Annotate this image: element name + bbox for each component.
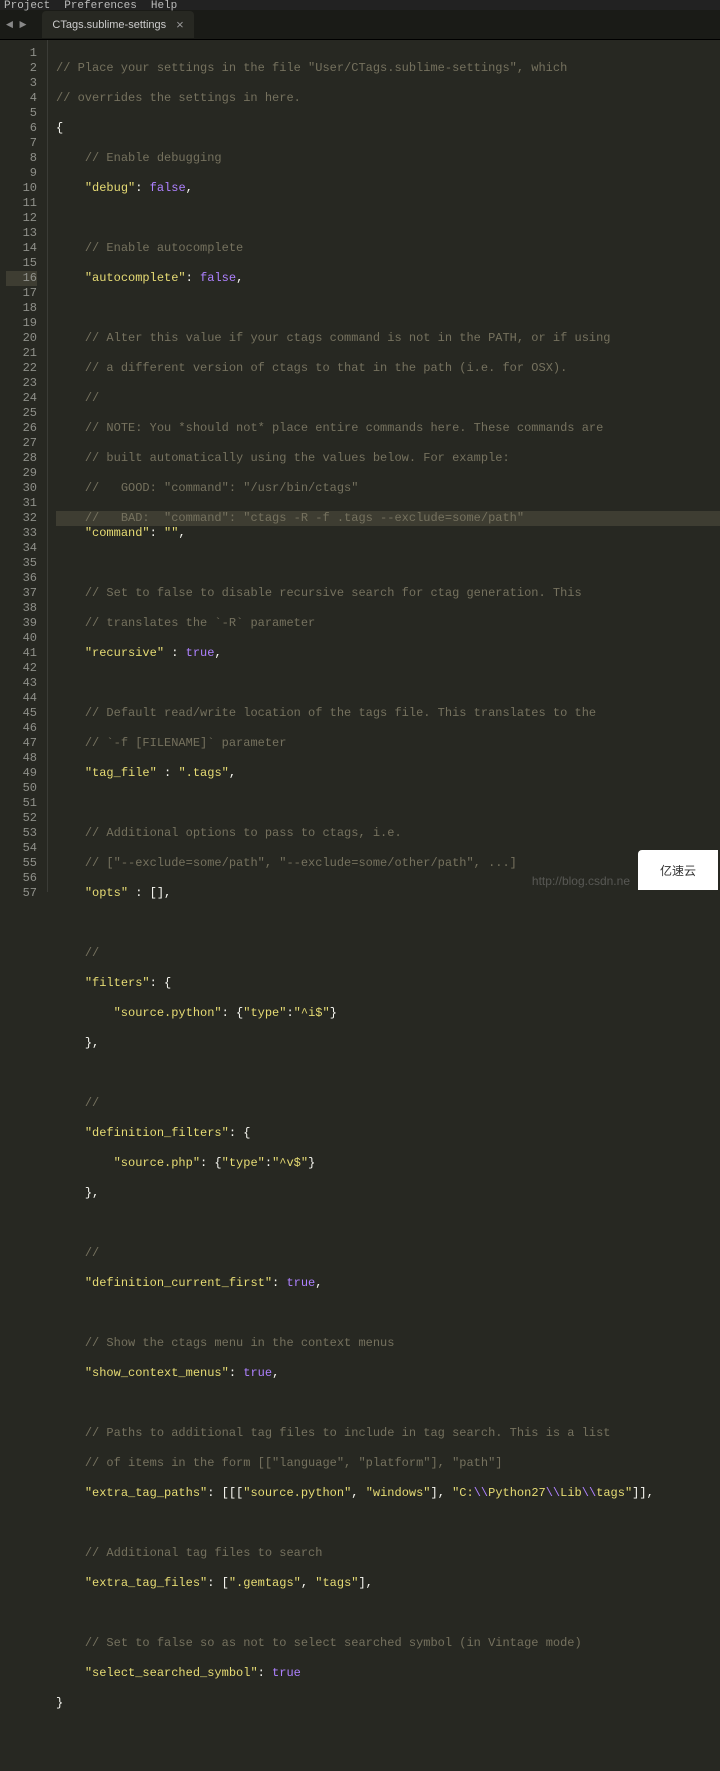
nav-back-icon[interactable]: ◄ bbox=[6, 18, 13, 32]
editor-area[interactable]: 1 2 3 4 5 6 7 8 9 10 11 12 13 14 15 16 1… bbox=[0, 40, 720, 892]
tab-bar: ◄ ► CTags.sublime-settings × bbox=[0, 10, 720, 40]
tab-title: CTags.sublime-settings bbox=[52, 19, 166, 31]
close-icon[interactable]: × bbox=[176, 17, 184, 32]
line-gutter: 1 2 3 4 5 6 7 8 9 10 11 12 13 14 15 16 1… bbox=[0, 40, 48, 892]
code-content[interactable]: // Place your settings in the file "User… bbox=[48, 40, 720, 892]
menubar: Project Preferences Help bbox=[0, 0, 720, 10]
nav-forward-icon[interactable]: ► bbox=[19, 18, 26, 32]
menu-project[interactable]: Project bbox=[4, 0, 50, 12]
line-number: 1 bbox=[6, 46, 37, 61]
tab-ctags-settings[interactable]: CTags.sublime-settings × bbox=[42, 11, 193, 38]
